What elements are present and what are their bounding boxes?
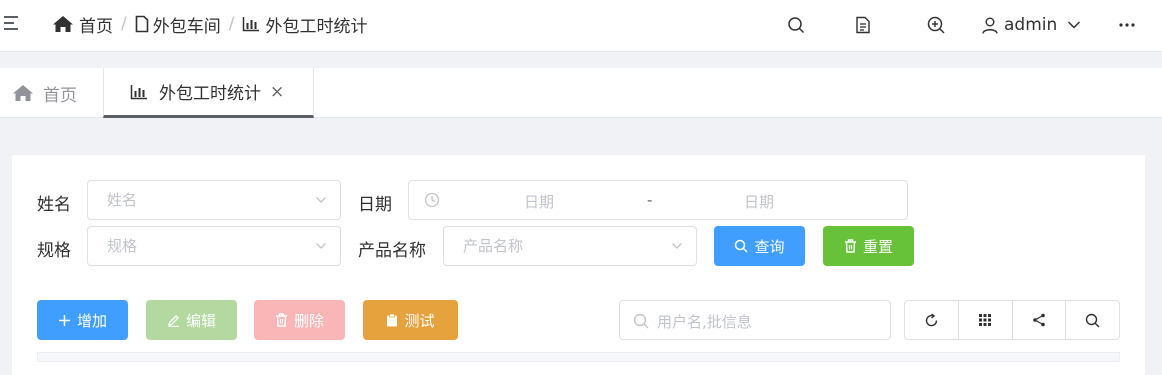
hamburger-icon[interactable] <box>4 16 20 34</box>
table-tools <box>904 300 1120 340</box>
search-icon <box>633 313 649 329</box>
name-label: 姓名 <box>37 195 71 215</box>
date-range-picker[interactable]: 日期 - 日期 <box>408 180 908 220</box>
user-menu[interactable]: admin <box>982 15 1081 35</box>
document-icon <box>135 15 149 33</box>
add-label: 增加 <box>76 311 107 330</box>
spec-label: 规格 <box>37 241 71 261</box>
delete-button[interactable]: 删除 <box>254 300 345 340</box>
date-range-separator: - <box>647 191 653 209</box>
breadcrumb-separator: / <box>228 14 235 34</box>
reset-label: 重置 <box>862 237 893 256</box>
spec-select[interactable]: 规格 <box>87 226 341 266</box>
product-label: 产品名称 <box>358 241 426 261</box>
trash-icon <box>275 313 287 327</box>
tab-home[interactable]: 首页 <box>0 68 103 118</box>
breadcrumb-home[interactable]: 首页 <box>79 12 113 37</box>
user-icon <box>982 17 998 34</box>
product-placeholder: 产品名称 <box>463 237 524 255</box>
edit-icon <box>167 314 179 327</box>
edit-button[interactable]: 编辑 <box>146 300 237 340</box>
tab-label: 首页 <box>43 85 77 106</box>
query-button[interactable]: 查询 <box>714 226 805 266</box>
grid-icon <box>979 314 992 326</box>
delete-label: 删除 <box>293 311 324 330</box>
chevron-down-icon <box>1068 21 1081 29</box>
close-icon[interactable]: × <box>270 82 284 102</box>
tab-outsourcing-hours[interactable]: 外包工时统计 × <box>103 68 314 118</box>
breadcrumb: 首页 / 外包车间 / 外包工时统计 <box>52 12 368 37</box>
clock-icon <box>424 192 440 208</box>
table-header <box>37 352 1120 362</box>
home-icon <box>53 16 73 32</box>
chevron-down-icon <box>316 197 326 203</box>
reset-button[interactable]: 重置 <box>823 226 914 266</box>
chevron-down-icon <box>672 243 682 249</box>
breadcrumb-separator: / <box>121 14 127 34</box>
username: admin <box>1004 15 1058 35</box>
spec-placeholder: 规格 <box>107 237 138 255</box>
test-button[interactable]: 测试 <box>363 300 458 340</box>
date-end-placeholder: 日期 <box>744 193 775 211</box>
toggle-search-button[interactable] <box>1066 301 1119 339</box>
name-select[interactable]: 姓名 <box>87 180 341 220</box>
more-icon[interactable] <box>1118 16 1136 34</box>
search-icon <box>1085 313 1100 327</box>
tabs-bar: 首页 外包工时统计 × <box>0 68 1162 118</box>
refresh-icon <box>925 312 938 326</box>
chevron-down-icon <box>316 243 326 249</box>
breadcrumb-workshop[interactable]: 外包车间 <box>153 12 221 37</box>
zoom-in-icon[interactable] <box>927 16 945 34</box>
search-placeholder: 用户名,批信息 <box>657 313 752 331</box>
columns-button[interactable] <box>959 301 1013 339</box>
query-label: 查询 <box>754 237 785 256</box>
document-icon[interactable] <box>854 16 872 34</box>
top-navbar: 首页 / 外包车间 / 外包工时统计 admin <box>0 0 1162 52</box>
test-label: 测试 <box>404 311 435 330</box>
name-placeholder: 姓名 <box>107 191 138 209</box>
breadcrumb-current: 外包工时统计 <box>265 16 368 37</box>
clipboard-icon <box>387 313 398 327</box>
tab-label: 外包工时统计 <box>159 84 261 104</box>
search-icon[interactable] <box>787 16 805 34</box>
refresh-button[interactable] <box>905 301 959 339</box>
plus-icon <box>58 314 70 326</box>
add-button[interactable]: 增加 <box>37 300 128 340</box>
date-start-placeholder: 日期 <box>524 193 555 211</box>
share-icon <box>1033 313 1045 327</box>
date-label: 日期 <box>358 195 392 215</box>
trash-icon <box>844 239 856 253</box>
edit-label: 编辑 <box>185 311 216 330</box>
chart-icon <box>130 84 147 99</box>
search-input[interactable]: 用户名,批信息 <box>619 300 891 340</box>
home-icon <box>13 85 33 101</box>
export-button[interactable] <box>1013 301 1067 339</box>
product-select[interactable]: 产品名称 <box>443 226 697 266</box>
chart-icon <box>243 17 260 32</box>
search-icon <box>735 239 749 253</box>
